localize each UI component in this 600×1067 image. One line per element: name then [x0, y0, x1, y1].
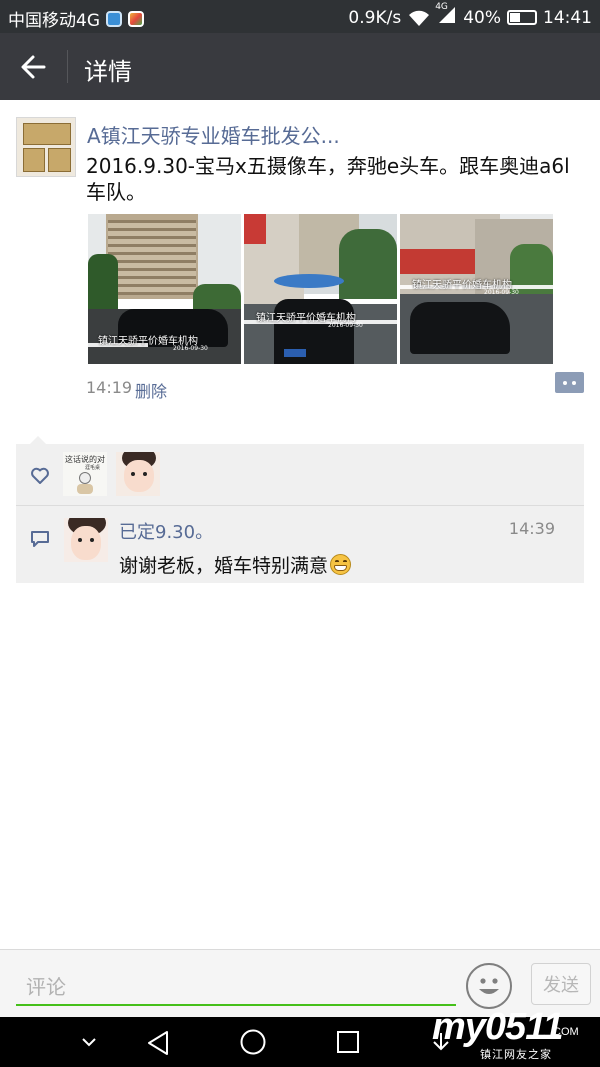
status-bar: 中国移动4G 0.9K/s 4G 40% 14:41: [0, 0, 600, 33]
comment-input[interactable]: [16, 970, 456, 1006]
page-title: 详情: [84, 58, 132, 86]
like-avatar[interactable]: 这话说的对 涯毛桌: [63, 452, 107, 496]
network-type: 4G: [435, 2, 448, 12]
signal-icon: 4G: [435, 2, 457, 29]
grin-emoji-icon: [330, 554, 352, 575]
watermark-subtitle: 镇江网友之家: [480, 1048, 552, 1061]
emoji-smile-icon: [479, 978, 499, 994]
comment-icon: [31, 531, 49, 547]
post-photo[interactable]: 镇江天骄平价婚车机构 2016-09-30: [400, 214, 553, 364]
chevron-down-icon[interactable]: [80, 1035, 98, 1049]
notification-app-icon: [106, 10, 122, 27]
panel-separator: [16, 505, 584, 506]
like-avatar[interactable]: [116, 452, 160, 496]
more-actions-button[interactable]: [555, 372, 584, 393]
home-circle-icon[interactable]: [239, 1028, 267, 1056]
arrow-left-icon: [21, 55, 46, 79]
site-watermark: my0511 .COM 镇江网友之家: [432, 1006, 582, 1062]
photo-watermark-date: 2016-09-30: [173, 345, 208, 352]
interactions-panel: 这话说的对 涯毛桌 已定9.30。 14:39 谢谢老板，婚车特别满意: [16, 444, 584, 583]
heart-icon: [31, 467, 49, 484]
commenter-name[interactable]: 已定9.30。: [119, 518, 213, 544]
back-button[interactable]: [14, 47, 54, 87]
panel-pointer: [30, 436, 46, 444]
post-photo[interactable]: 镇江天骄平价婚车机构 2016-09-30: [88, 214, 241, 364]
post-time: 14:19: [86, 378, 133, 397]
post-text: 2016.9.30-宝马x五摄像车，奔驰e头车。跟车奥迪a6l车队。: [86, 154, 570, 204]
battery-icon: [507, 10, 537, 25]
notification-browser-icon: [128, 10, 144, 27]
author-name[interactable]: A镇江天骄专业婚车批发公...: [87, 120, 340, 149]
network-speed: 0.9K/s: [348, 7, 402, 28]
watermark-domain: .COM: [550, 1026, 579, 1038]
post-photo[interactable]: 镇江天骄平价婚车机构 2016-09-30: [244, 214, 397, 364]
clock: 14:41: [543, 7, 592, 28]
title-divider: [67, 50, 68, 83]
watermark-logo: my0511: [432, 1006, 564, 1048]
recent-square-icon[interactable]: [335, 1029, 361, 1055]
wifi-icon: [409, 10, 430, 26]
send-button[interactable]: 发送: [531, 963, 591, 1005]
title-bar: 详情: [0, 33, 600, 100]
delete-link[interactable]: 删除: [135, 378, 167, 402]
commenter-avatar[interactable]: [64, 518, 108, 562]
comment-body: 谢谢老板，婚车特别满意: [119, 555, 329, 577]
comment-time: 14:39: [508, 519, 555, 538]
photo-watermark-date: 2016-09-30: [328, 322, 363, 329]
comment-text: 谢谢老板，婚车特别满意: [119, 551, 352, 578]
photo-watermark-date: 2016-09-30: [484, 289, 519, 296]
author-avatar[interactable]: [16, 117, 76, 177]
back-triangle-icon[interactable]: [145, 1029, 171, 1057]
emoji-button[interactable]: [466, 963, 512, 1009]
battery-percent: 40%: [463, 7, 501, 28]
like-avatar-sub: 涯毛桌: [85, 465, 101, 471]
carrier-label: 中国移动4G: [8, 11, 100, 31]
